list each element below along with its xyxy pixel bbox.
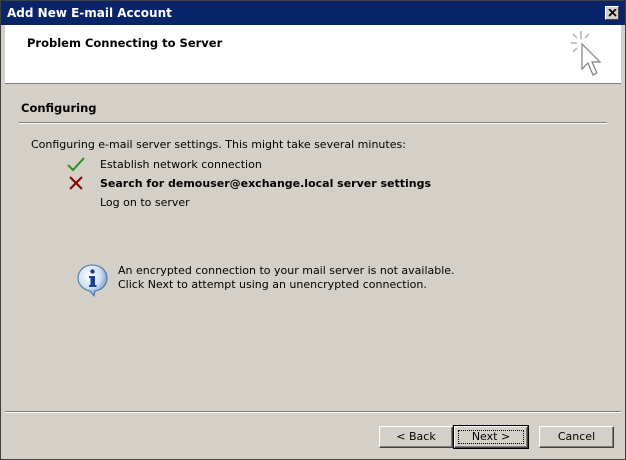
close-icon bbox=[608, 9, 617, 17]
step-label: Establish network connection bbox=[100, 158, 262, 171]
next-button-label: Next > bbox=[471, 430, 511, 443]
info-message: An encrypted connection to your mail ser… bbox=[118, 264, 455, 292]
check-icon bbox=[67, 157, 85, 172]
intro-text: Configuring e-mail server settings. This… bbox=[31, 138, 406, 151]
wizard-header: Problem Connecting to Server bbox=[5, 25, 621, 84]
page-title: Problem Connecting to Server bbox=[27, 36, 223, 50]
info-icon bbox=[77, 264, 108, 297]
x-icon bbox=[69, 176, 83, 190]
cancel-button[interactable]: Cancel bbox=[539, 426, 614, 448]
close-button[interactable] bbox=[605, 6, 619, 20]
step-logon: Log on to server bbox=[67, 194, 587, 212]
step-search: Search for demouser@exchange.local serve… bbox=[67, 175, 587, 193]
back-button[interactable]: < Back bbox=[379, 426, 453, 448]
step-label: Log on to server bbox=[100, 196, 190, 209]
window-title: Add New E-mail Account bbox=[7, 6, 172, 20]
dialog-window: Add New E-mail Account Problem Connectin… bbox=[0, 0, 626, 460]
step-label: Search for demouser@exchange.local serve… bbox=[100, 177, 432, 190]
title-bar[interactable]: Add New E-mail Account bbox=[1, 1, 625, 25]
section-title: Configuring bbox=[21, 101, 97, 115]
info-line-2: Click Next to attempt using an unencrypt… bbox=[118, 278, 427, 291]
cursor-click-icon bbox=[571, 31, 602, 76]
next-button[interactable]: Next > bbox=[453, 425, 529, 449]
cancel-button-label: Cancel bbox=[557, 430, 596, 443]
back-button-label: < Back bbox=[396, 430, 436, 443]
step-network: Establish network connection bbox=[67, 156, 587, 174]
info-line-1: An encrypted connection to your mail ser… bbox=[118, 264, 455, 277]
section-divider bbox=[19, 122, 607, 124]
footer-divider bbox=[5, 411, 621, 413]
